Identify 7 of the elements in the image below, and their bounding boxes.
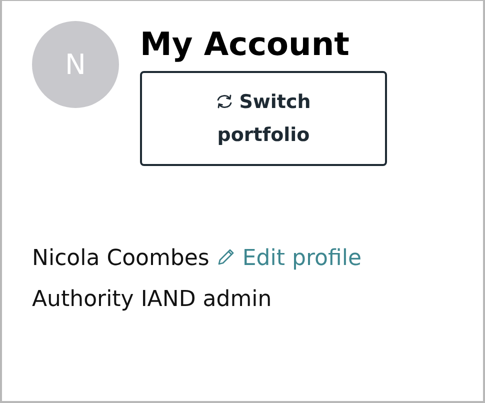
pencil-icon [216, 247, 236, 268]
page-title: My Account [140, 25, 350, 64]
user-name: Nicola Coombes [32, 246, 210, 272]
user-role: Authority IAND admin [32, 286, 273, 314]
refresh-icon [216, 94, 234, 109]
edit-profile-link[interactable]: Edit profile [216, 246, 362, 272]
switch-portfolio-button[interactable]: Switch portfolio [140, 71, 387, 166]
